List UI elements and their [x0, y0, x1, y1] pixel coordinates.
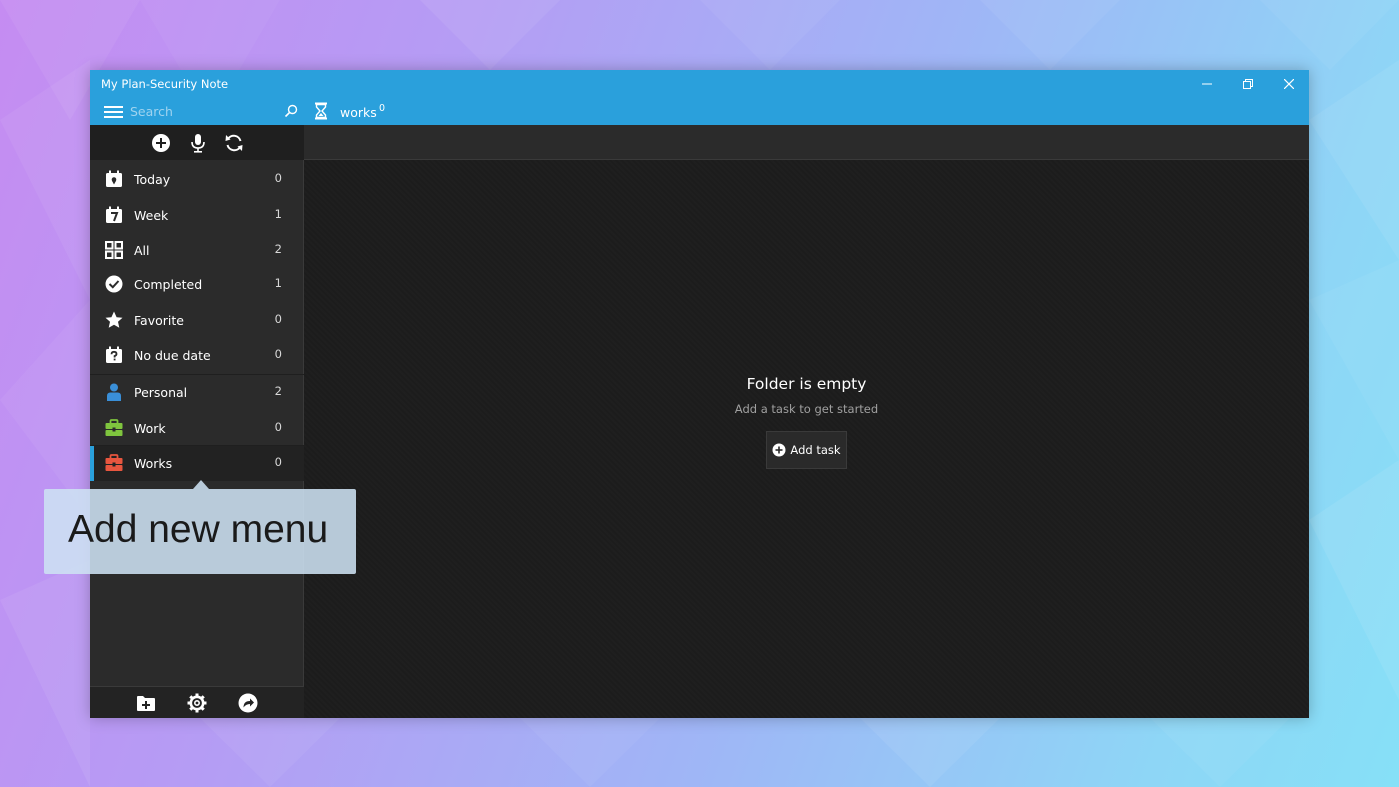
empty-state-subtitle: Add a task to get started [734, 402, 879, 416]
sidebar-item-count: 2 [274, 242, 282, 256]
sidebar-item-favorite[interactable]: Favorite 0 [90, 303, 304, 338]
add-task-label: Add task [790, 443, 841, 457]
sidebar-item-count: 0 [274, 312, 282, 326]
restore-icon [1242, 79, 1253, 89]
sidebar-item-work[interactable]: Work 0 [90, 411, 304, 446]
person-icon [107, 383, 121, 401]
sidebar-item-count: 1 [274, 207, 282, 221]
task-panel: Folder is empty Add a task to get starte… [304, 125, 1309, 718]
briefcase-icon [105, 454, 123, 471]
minimize-icon [1201, 83, 1212, 85]
hamburger-menu-icon[interactable] [104, 106, 123, 118]
current-folder-count: 0 [379, 103, 386, 114]
task-panel-header [304, 125, 1309, 160]
minimize-button[interactable] [1186, 70, 1227, 98]
feature-callout: Add new menu [44, 480, 356, 574]
sidebar-item-today[interactable]: Today 0 [90, 162, 304, 197]
app-window: My Plan-Security Note works 0 [90, 70, 1309, 718]
grid-icon [105, 241, 123, 259]
star-icon [105, 311, 123, 328]
sidebar-item-label: Work [134, 421, 166, 436]
calendar-question-icon [106, 346, 122, 363]
sidebar-item-label: Week [134, 208, 169, 223]
sidebar-item-label: Today [134, 172, 171, 187]
app-bar: works 0 [90, 98, 1309, 125]
sidebar-item-works[interactable]: Works 0 [90, 446, 304, 481]
current-folder-label: works [340, 105, 377, 120]
close-icon [1283, 79, 1294, 89]
calendar-week-icon [106, 206, 122, 223]
sidebar: Today 0 Week 1 All 2 Completed 1 Favorit… [90, 125, 304, 718]
microphone-icon[interactable] [188, 133, 208, 153]
sidebar-item-count: 2 [274, 384, 282, 398]
sidebar-toolbar [90, 125, 304, 160]
sidebar-item-count: 0 [274, 347, 282, 361]
close-button[interactable] [1268, 70, 1309, 98]
sidebar-bottom-toolbar [90, 686, 304, 718]
title-bar[interactable]: My Plan-Security Note [90, 70, 1309, 98]
sidebar-item-count: 0 [274, 171, 282, 185]
sidebar-item-label: Completed [134, 277, 203, 292]
sidebar-item-count: 0 [274, 420, 282, 434]
sidebar-item-count: 1 [274, 276, 282, 290]
briefcase-icon [105, 419, 123, 436]
restore-button[interactable] [1227, 70, 1268, 98]
calendar-today-icon [106, 170, 122, 187]
sidebar-item-all[interactable]: All 2 [90, 233, 304, 268]
sidebar-item-week[interactable]: Week 1 [90, 198, 304, 233]
sidebar-item-label: No due date [134, 348, 211, 363]
share-icon[interactable] [238, 693, 258, 713]
add-task-button[interactable]: Add task [766, 431, 847, 469]
sidebar-item-count: 0 [274, 455, 282, 469]
window-title: My Plan-Security Note [101, 77, 229, 91]
add-icon[interactable] [151, 133, 171, 153]
sidebar-item-label: Works [134, 456, 173, 471]
empty-state-title: Folder is empty [746, 375, 867, 393]
sidebar-item-label: Personal [134, 385, 188, 400]
sidebar-item-personal[interactable]: Personal 2 [90, 375, 304, 410]
sidebar-item-no-due-date[interactable]: No due date 0 [90, 338, 304, 373]
sidebar-item-label: All [134, 243, 150, 258]
sidebar-item-label: Favorite [134, 313, 184, 328]
add-circle-icon [772, 443, 786, 457]
search-icon[interactable] [284, 104, 298, 118]
hourglass-icon [315, 102, 327, 120]
sidebar-item-completed[interactable]: Completed 1 [90, 267, 304, 302]
sync-icon[interactable] [224, 133, 244, 153]
add-folder-icon[interactable] [136, 693, 156, 713]
feature-callout-text: Add new menu [68, 508, 329, 551]
search-input[interactable] [130, 101, 270, 121]
check-circle-icon [105, 275, 123, 293]
gear-icon[interactable] [187, 693, 207, 713]
